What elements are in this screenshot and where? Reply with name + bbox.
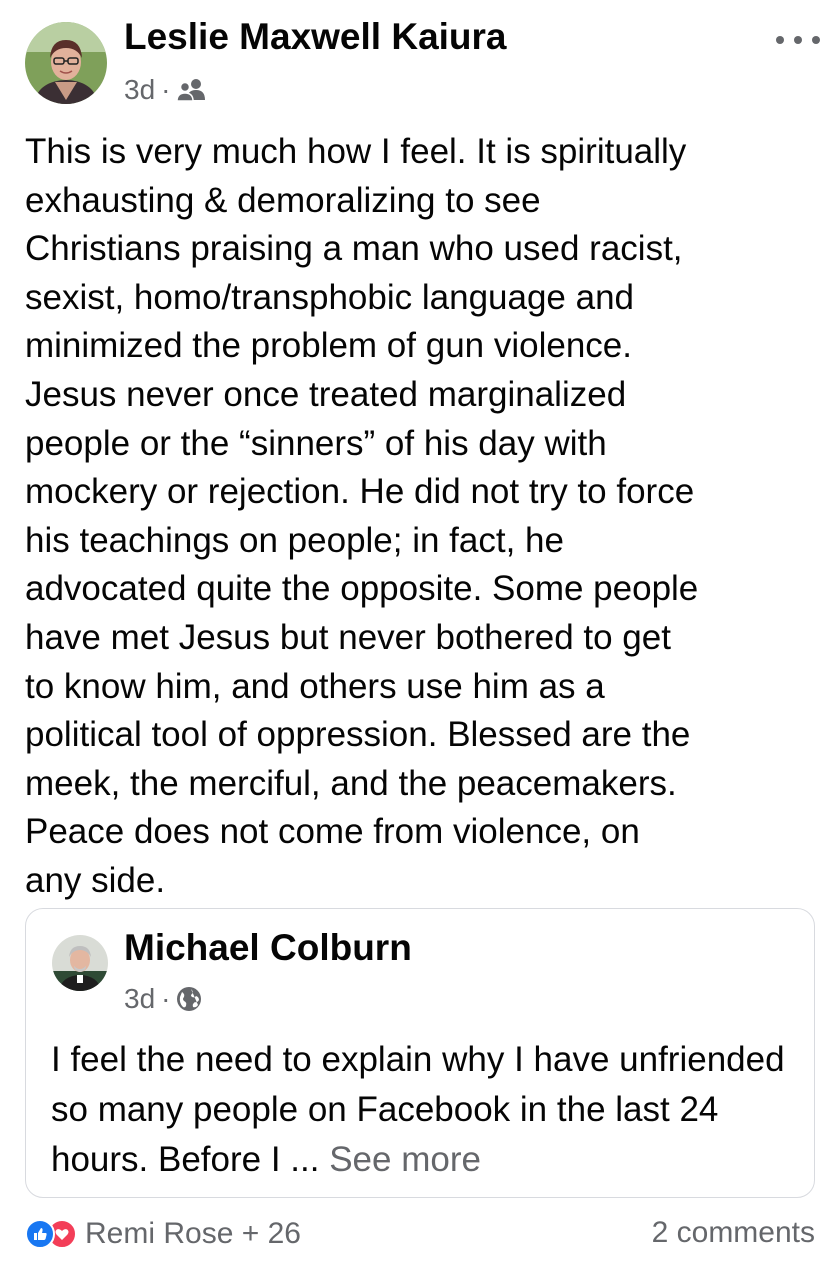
globe-icon — [176, 986, 202, 1012]
profile-photo-leslie — [25, 22, 107, 104]
reaction-count-text: Remi Rose + 26 — [85, 1217, 301, 1250]
reactions-summary[interactable]: Remi Rose + 26 — [25, 1216, 301, 1252]
post-footer: Remi Rose + 26 2 comments — [25, 1208, 815, 1258]
post-body-text: This is very much how I feel. It is spir… — [25, 132, 699, 900]
post-meta: 3d · — [124, 72, 206, 108]
comments-count-link[interactable]: 2 comments — [652, 1216, 815, 1250]
friends-icon — [176, 78, 206, 102]
see-more-link[interactable]: See more — [329, 1140, 481, 1179]
shared-author-name[interactable]: Michael Colburn — [124, 927, 412, 969]
avatar[interactable] — [25, 22, 107, 104]
shared-avatar[interactable] — [52, 935, 108, 991]
like-icon — [25, 1219, 55, 1249]
shared-post-card[interactable]: Michael Colburn 3d · I feel the need to … — [25, 908, 815, 1198]
profile-photo-michael — [52, 935, 108, 991]
shared-post-body: I feel the need to explain why I have un… — [51, 1035, 801, 1185]
shared-timestamp[interactable]: 3d — [124, 983, 155, 1015]
meta-separator: · — [161, 74, 171, 105]
post-timestamp[interactable]: 3d — [124, 74, 155, 106]
shared-post-meta: 3d · — [124, 981, 202, 1017]
more-options-icon[interactable] — [776, 28, 820, 52]
post-author-name[interactable]: Leslie Maxwell Kaiura — [124, 16, 507, 58]
meta-separator: · — [161, 983, 171, 1014]
post-header: Leslie Maxwell Kaiura 3d · — [0, 0, 840, 120]
